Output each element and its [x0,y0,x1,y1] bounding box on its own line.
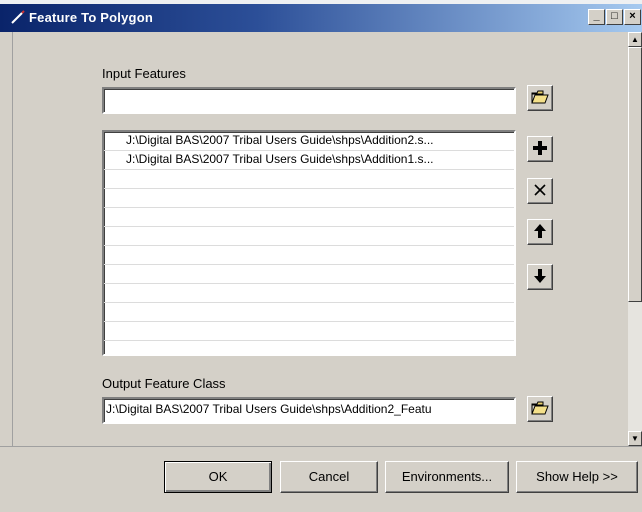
plus-icon [532,140,548,159]
list-item[interactable] [104,208,514,227]
minimize-button[interactable]: _ [588,9,605,25]
remove-item-button[interactable] [527,178,553,204]
x-icon [532,182,548,201]
output-feature-class-label: Output Feature Class [102,376,226,391]
scrollbar-thumb[interactable] [628,47,642,302]
tool-dialog: Feature To Polygon _ □ × Input Features … [0,0,642,512]
title-bar[interactable]: Feature To Polygon _ □ × [0,4,642,32]
output-feature-class-field[interactable]: J:\Digital BAS\2007 Tribal Users Guide\s… [102,397,516,424]
move-up-button[interactable] [527,219,553,245]
list-item[interactable] [104,322,514,341]
list-item[interactable]: J:\Digital BAS\2007 Tribal Users Guide\s… [104,151,514,170]
browse-input-button[interactable] [527,85,553,111]
close-button[interactable]: × [624,9,641,25]
browse-output-button[interactable] [527,396,553,422]
list-item[interactable] [104,170,514,189]
move-down-button[interactable] [527,264,553,290]
list-item[interactable] [104,265,514,284]
list-item[interactable] [104,303,514,322]
list-item[interactable] [104,227,514,246]
dialog-button-bar: OK Cancel Environments... Show Help >> [0,446,642,512]
add-item-button[interactable] [527,136,553,162]
output-feature-class-value: J:\Digital BAS\2007 Tribal Users Guide\s… [106,402,432,416]
list-item[interactable] [104,341,514,354]
list-item[interactable]: J:\Digital BAS\2007 Tribal Users Guide\s… [104,132,514,151]
input-features-label: Input Features [102,66,186,81]
parameters-panel: Input Features J:\Digital BAS\2007 Triba… [12,32,625,446]
input-features-list[interactable]: J:\Digital BAS\2007 Tribal Users Guide\s… [102,130,516,356]
scroll-down-icon[interactable]: ▼ [628,431,642,446]
input-features-field[interactable] [102,87,516,114]
open-folder-icon [531,89,549,108]
vertical-scrollbar[interactable]: ▲ ▼ [628,32,642,446]
list-item[interactable] [104,246,514,265]
ok-button[interactable]: OK [164,461,272,493]
environments-button[interactable]: Environments... [385,461,509,493]
scroll-up-icon[interactable]: ▲ [628,32,642,47]
list-item[interactable] [104,189,514,208]
window-title: Feature To Polygon [29,10,153,25]
cancel-button[interactable]: Cancel [280,461,378,493]
arrow-down-icon [532,268,548,287]
tool-wand-icon [10,9,26,25]
maximize-button[interactable]: □ [606,9,623,25]
list-item[interactable] [104,284,514,303]
arrow-up-icon [532,223,548,242]
open-folder-icon [531,400,549,419]
show-help-button[interactable]: Show Help >> [516,461,638,493]
